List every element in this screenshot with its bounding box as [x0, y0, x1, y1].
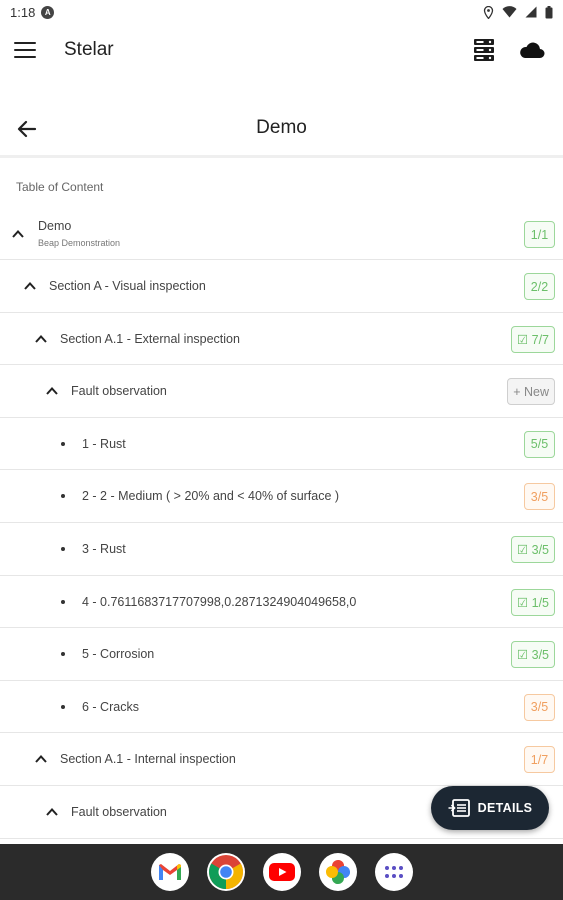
app-actions — [473, 38, 549, 62]
back-arrow-icon[interactable] — [14, 116, 40, 142]
bullet-icon — [61, 704, 65, 709]
app-dock — [0, 844, 563, 900]
status-time: 1:18 — [10, 4, 36, 20]
status-badge[interactable]: 1/7 — [524, 746, 555, 774]
status-badge[interactable]: 3/5 — [524, 483, 555, 511]
bullet-icon — [61, 652, 65, 657]
status-badge[interactable]: ☑ 3/5 — [510, 641, 555, 669]
status-badge[interactable]: 5/5 — [524, 430, 555, 458]
tree-row-label: 5 - Corrosion — [82, 647, 155, 662]
cloud-icon[interactable] — [519, 41, 545, 59]
toc-label: Table of Content — [16, 180, 104, 194]
chevron-up-icon[interactable] — [34, 752, 48, 766]
app-drawer-icon[interactable] — [374, 853, 413, 891]
location-icon — [483, 5, 494, 19]
server-icon[interactable] — [473, 38, 495, 62]
bullet-icon — [61, 599, 65, 604]
tree-row-label: 1 - Rust — [82, 436, 126, 451]
tree-row-sublabel: Beap Demonstration — [38, 238, 121, 248]
tree-row-section-a1-internal[interactable]: Section A.1 - Internal inspection 1/7 — [0, 733, 563, 786]
app-bar: Stelar — [0, 24, 563, 76]
tree-row-label: Section A.1 - Internal inspection — [60, 752, 236, 767]
tree-row-label: 6 - Cracks — [82, 699, 139, 714]
chevron-up-icon[interactable] — [34, 332, 48, 346]
tree-row-label: 4 - 0.7611683717707998,0.287132490404965… — [82, 594, 357, 609]
chevron-up-icon[interactable] — [23, 279, 37, 293]
app-title: Stelar — [64, 39, 114, 60]
tree-row-label: 3 - Rust — [82, 541, 126, 556]
status-bar: 1:18 A — [0, 0, 563, 24]
wifi-icon — [502, 6, 517, 18]
details-icon — [448, 799, 470, 817]
tree-row-label: Demo — [38, 219, 72, 233]
chevron-up-icon[interactable] — [45, 384, 59, 398]
status-badge[interactable]: ☑ 1/5 — [510, 588, 555, 616]
tree-row-section-a1-external[interactable]: Section A.1 - External inspection ☑ 7/7 — [0, 313, 563, 366]
bullet-icon — [61, 546, 65, 551]
tree-row-label: Section A.1 - External inspection — [60, 331, 240, 346]
tree-row-item[interactable]: 3 - Rust ☑ 3/5 — [0, 523, 563, 576]
bullet-icon — [61, 494, 65, 499]
chevron-up-icon[interactable] — [45, 805, 59, 819]
tree-row-section-a[interactable]: Section A - Visual inspection 2/2 — [0, 260, 563, 313]
youtube-icon[interactable] — [262, 853, 301, 891]
new-button[interactable]: + New — [507, 378, 555, 406]
status-badge[interactable]: 2/2 — [524, 273, 555, 300]
chrome-icon[interactable] — [206, 853, 245, 891]
tree-row-label: 2 - 2 - Medium ( > 20% and < 40% of surf… — [82, 489, 340, 504]
hamburger-menu-icon[interactable] — [14, 42, 36, 58]
chevron-up-icon[interactable] — [11, 227, 25, 241]
tree-row-label: Fault observation — [71, 384, 167, 399]
signal-icon — [525, 6, 537, 18]
status-badge[interactable]: 1/1 — [524, 221, 555, 248]
status-badge[interactable]: 3/5 — [524, 693, 555, 721]
tree-row-item[interactable]: 1 - Rust 5/5 — [0, 418, 563, 471]
tree-row-item[interactable]: 5 - Corrosion ☑ 3/5 — [0, 628, 563, 681]
details-button[interactable]: DETAILS — [431, 786, 549, 830]
status-badge[interactable]: ☑ 7/7 — [510, 325, 555, 353]
details-button-label: DETAILS — [477, 801, 533, 815]
tree-row-fault-observation[interactable]: Fault observation + New — [0, 365, 563, 418]
notification-a-icon: A — [41, 5, 55, 19]
battery-icon — [545, 5, 553, 18]
gmail-icon[interactable] — [150, 853, 189, 891]
page-title: Demo — [256, 116, 307, 138]
page-header: Demo — [0, 100, 563, 158]
tree-row-item[interactable]: 4 - 0.7611683717707998,0.287132490404965… — [0, 576, 563, 629]
status-icons — [483, 5, 553, 19]
tree-row-item[interactable]: 6 - Cracks 3/5 — [0, 681, 563, 734]
toc-tree: Demo Beap Demonstration 1/1 Section A - … — [0, 208, 563, 839]
tree-row-label: Section A - Visual inspection — [49, 279, 206, 293]
bullet-icon — [61, 441, 65, 446]
status-badge[interactable]: ☑ 3/5 — [510, 535, 555, 563]
photos-icon[interactable] — [318, 853, 357, 891]
tree-row-root[interactable]: Demo Beap Demonstration 1/1 — [0, 208, 563, 260]
tree-row-label: Fault observation — [71, 804, 167, 819]
tree-row-item[interactable]: 2 - 2 - Medium ( > 20% and < 40% of surf… — [0, 470, 563, 523]
